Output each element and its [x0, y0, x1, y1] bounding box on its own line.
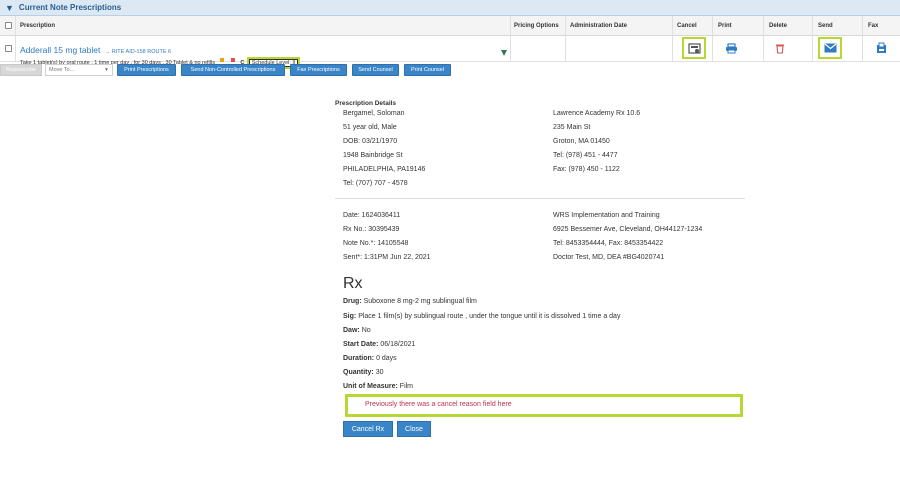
patient-age-sex: 51 year old, Male — [343, 124, 397, 131]
note-number: Note No.*: 14105548 — [343, 240, 409, 247]
field-label: Daw: — [343, 327, 360, 334]
field-start-date: Start Date: 06/18/2021 — [343, 341, 415, 348]
send-non-controlled-button[interactable]: Send Non-Controlled Prescriptions — [181, 64, 285, 76]
field-label: Drug: — [343, 298, 362, 305]
field-label: Sig: — [343, 313, 357, 320]
close-button[interactable]: Close — [397, 421, 431, 437]
prescriber-block: WRS Implementation and Training 6925 Bes… — [553, 209, 702, 265]
field-label: Quantity: — [343, 369, 374, 376]
table-row: Adderall 15 mg tablet → RITE AID-158 ROU… — [0, 36, 900, 69]
col-fax: Fax — [868, 23, 879, 29]
pharmacy-tel: Tel: (978) 451 - 4477 — [553, 152, 618, 159]
field-value: Place 1 film(s) by sublingual route , un… — [358, 313, 621, 320]
field-duration: Duration: 0 days — [343, 355, 397, 362]
sent-time: Sent*: 1:31PM Jun 22, 2021 — [343, 254, 431, 261]
field-quantity: Quantity: 30 — [343, 369, 383, 376]
send-mail-icon[interactable] — [818, 37, 842, 59]
pharmacy-street: 235 Main St — [553, 124, 591, 131]
field-label: Start Date: — [343, 341, 379, 348]
move-to-select[interactable]: Move To... ▼ — [45, 64, 113, 76]
col-send: Send — [818, 23, 833, 29]
select-all-checkbox[interactable] — [5, 22, 12, 29]
grid-header: Prescription Pricing Options Administrat… — [0, 16, 900, 36]
cancel-rx-icon[interactable] — [682, 37, 706, 59]
field-value: 0 days — [376, 355, 397, 362]
panel-title: Current Note Prescriptions — [18, 3, 122, 12]
chevron-down-icon: ▼ — [104, 67, 109, 73]
pricing-icon[interactable] — [500, 44, 508, 62]
col-prescription: Prescription — [20, 23, 56, 29]
patient-name: Bergamel, Soloman — [343, 110, 405, 117]
col-pricing-options: Pricing Options — [514, 23, 559, 29]
col-print: Print — [718, 23, 732, 29]
rx-meta-block: Date: 1624036411 Rx No.: 30395439 Note N… — [343, 209, 431, 265]
field-unit-of-measure: Unit of Measure: Film — [343, 383, 413, 390]
print-prescriptions-button[interactable]: Print Prescriptions — [117, 64, 176, 76]
fax-prescriptions-button[interactable]: Fax Prescriptions — [290, 64, 347, 76]
field-value: Suboxone 8 mg-2 mg sublingual film — [363, 298, 477, 305]
fax-icon[interactable] — [871, 39, 891, 57]
patient-street: 1948 Bainbridge St — [343, 152, 403, 159]
field-label: Unit of Measure: — [343, 383, 398, 390]
prescriber-tel-fax: Tel: 8453354444, Fax: 8453354422 — [553, 240, 664, 247]
col-cancel: Cancel — [677, 23, 697, 29]
flag-red-icon — [230, 57, 235, 62]
patient-tel: Tel: (707) 707 - 4578 — [343, 180, 408, 187]
patient-city: PHILADELPHIA, PA19146 — [343, 166, 426, 173]
field-value: No — [361, 327, 371, 334]
pharmacy-block: Lawrence Academy Rx 10.6 235 Main St Gro… — [553, 107, 640, 177]
pharmacy-name: Lawrence Academy Rx 10.6 — [553, 110, 641, 117]
pharmacy-city: Groton, MA 01450 — [553, 138, 610, 145]
pharmacy-fax: Fax: (978) 450 - 1122 — [553, 166, 620, 173]
delete-icon[interactable] — [770, 39, 790, 57]
field-value: 30 — [375, 369, 384, 376]
field-value: 06/18/2021 — [380, 341, 416, 348]
prescriber-doctor: Doctor Test, MD, DEA #BG4020741 — [553, 254, 665, 261]
col-administration-date: Administration Date — [570, 23, 628, 29]
field-value: Film — [399, 383, 414, 390]
field-drug: Drug: Suboxone 8 mg-2 mg sublingual film — [343, 298, 477, 305]
divider — [335, 198, 745, 199]
prescriber-address: 6925 Bessemer Ave, Cleveland, OH44127-12… — [553, 226, 703, 233]
move-to-value: Move To... — [49, 67, 75, 73]
rx-number: Rx No.: 30395439 — [343, 226, 400, 233]
print-counsel-button[interactable]: Print Counsel — [404, 64, 451, 76]
rx-date: Date: 1624036411 — [343, 212, 401, 219]
chevron-down-icon[interactable]: ▼ — [5, 3, 14, 13]
represcribe-button[interactable]: Represcribe — [0, 64, 42, 76]
row-checkbox[interactable] — [5, 45, 12, 52]
field-label: Duration: — [343, 355, 375, 362]
rx-title: Rx — [343, 275, 363, 292]
col-delete: Delete — [769, 23, 788, 29]
prescriber-org: WRS Implementation and Training — [553, 212, 660, 219]
cancel-reason-placeholder: Previously there was a cancel reason fie… — [345, 394, 743, 417]
field-sig: Sig: Place 1 film(s) by sublingual route… — [343, 313, 620, 320]
patient-block: Bergamel, Soloman 51 year old, Male DOB:… — [343, 107, 425, 191]
flag-yellow-icon — [220, 57, 225, 62]
patient-dob: DOB: 03/21/1970 — [343, 138, 398, 145]
print-icon[interactable] — [721, 39, 741, 57]
cancel-rx-button[interactable]: Cancel Rx — [343, 421, 393, 437]
send-counsel-button[interactable]: Send Counsel — [352, 64, 399, 76]
action-toolbar: Represcribe Move To... ▼ Print Prescript… — [0, 63, 900, 77]
field-daw: Daw: No — [343, 327, 371, 334]
panel-header[interactable]: ▼ Current Note Prescriptions — [0, 0, 900, 16]
